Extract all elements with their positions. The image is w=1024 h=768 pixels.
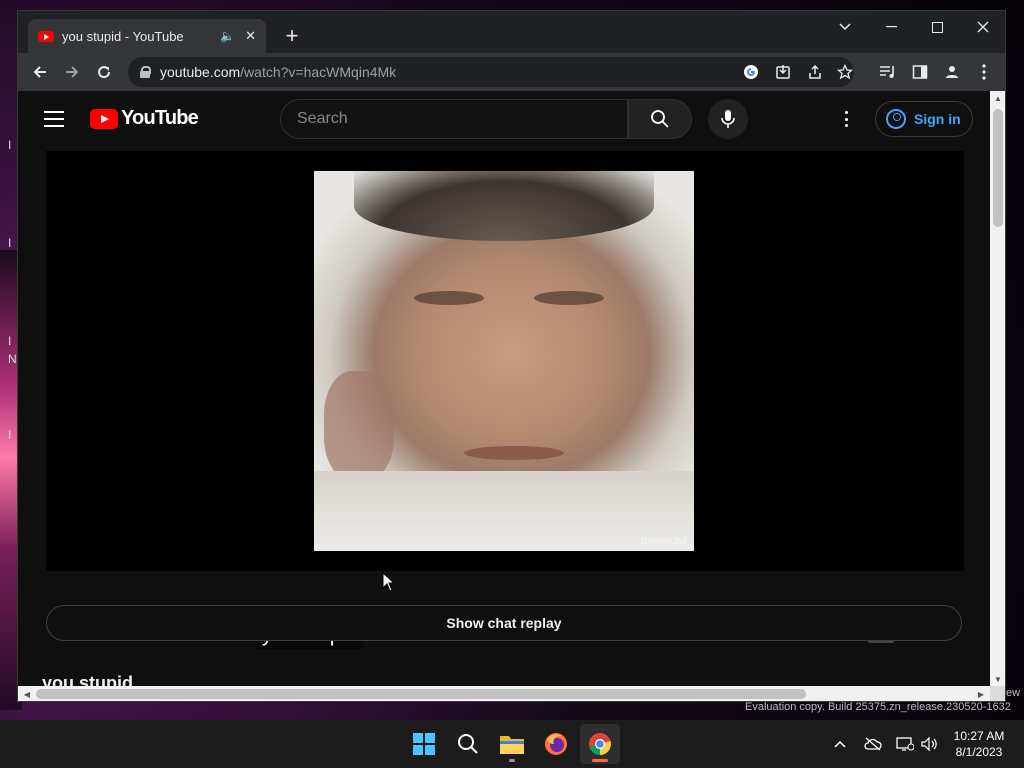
install-app-icon[interactable] xyxy=(772,62,794,82)
network-icon[interactable] xyxy=(896,734,914,754)
media-control-icon[interactable] xyxy=(875,59,901,85)
tab-strip: you stupid - YouTube 🔈 ✕ + xyxy=(18,11,1005,53)
scroll-left-arrow-icon[interactable]: ◀ xyxy=(20,686,34,701)
youtube-play-icon xyxy=(90,108,118,129)
file-explorer-button[interactable] xyxy=(492,724,532,764)
browser-toolbar: youtube.com/watch?v=hacWMqin4Mk xyxy=(18,53,1005,91)
youtube-logo-text: YouTube xyxy=(121,107,199,129)
desktop-icon-label: I xyxy=(8,236,12,250)
taskbar xyxy=(0,720,1024,768)
chrome-menu-icon[interactable] xyxy=(971,59,997,85)
desktop-icon-label: I xyxy=(8,138,12,152)
taskbar-search-button[interactable] xyxy=(448,724,488,764)
mouse-cursor-icon xyxy=(382,572,396,592)
account-icon xyxy=(886,109,906,129)
show-hidden-icons-chevron-icon[interactable] xyxy=(834,734,846,754)
evaluation-watermark: Evaluation copy. Build 25375.zn_release.… xyxy=(745,701,1011,713)
clock-time: 10:27 AM xyxy=(953,729,1005,743)
youtube-logo[interactable]: YouTube xyxy=(90,107,199,130)
tab-youtube[interactable]: you stupid - YouTube 🔈 ✕ xyxy=(28,19,266,53)
lock-icon[interactable] xyxy=(140,66,151,78)
onedrive-offline-icon[interactable] xyxy=(864,734,882,754)
volume-icon[interactable] xyxy=(920,734,938,754)
chrome-icon xyxy=(589,733,611,755)
desktop-icon-label: I xyxy=(8,334,12,348)
profile-icon[interactable] xyxy=(939,59,965,85)
sign-in-button[interactable]: Sign in xyxy=(875,101,973,137)
clock-date: 8/1/2023 xyxy=(955,745,1003,759)
video-watermark: Broken.bd xyxy=(640,536,686,547)
close-tab-icon[interactable]: ✕ xyxy=(245,28,256,44)
speaker-icon[interactable]: 🔈 xyxy=(220,29,235,43)
tab-search-chevron-icon[interactable] xyxy=(822,11,868,43)
start-button[interactable] xyxy=(404,724,444,764)
youtube-page: YouTube Sign in xyxy=(18,91,990,686)
show-chat-replay-button[interactable]: Show chat replay xyxy=(46,605,962,641)
search-icon xyxy=(651,110,669,128)
video-frame[interactable]: Broken.bd xyxy=(314,171,694,551)
tab-title: you stupid - YouTube xyxy=(62,28,184,44)
taskbar-clock[interactable]: 10:27 AM 8/1/2023 xyxy=(946,728,1012,760)
search-input[interactable] xyxy=(297,110,627,128)
scroll-down-arrow-icon[interactable]: ▼ xyxy=(990,672,1005,686)
video-player[interactable]: Broken.bd you stupid xyxy=(46,151,964,649)
firefox-icon xyxy=(545,733,567,755)
search-button[interactable] xyxy=(628,99,692,139)
horizontal-scrollbar[interactable]: ◀ ▶ xyxy=(18,686,990,701)
address-bar[interactable]: youtube.com/watch?v=hacWMqin4Mk xyxy=(128,57,854,87)
google-lens-icon[interactable] xyxy=(740,62,762,82)
new-tab-button[interactable]: + xyxy=(278,22,306,50)
bookmark-star-icon[interactable] xyxy=(834,62,856,82)
scroll-right-arrow-icon[interactable]: ▶ xyxy=(974,686,988,701)
sign-in-label: Sign in xyxy=(914,111,961,127)
folder-icon xyxy=(500,736,524,754)
vertical-scroll-thumb[interactable] xyxy=(993,109,1003,227)
vertical-scrollbar[interactable]: ▲ ▼ xyxy=(990,91,1005,686)
hamburger-menu-icon[interactable] xyxy=(44,111,64,127)
youtube-header: YouTube Sign in xyxy=(18,91,990,147)
search-box xyxy=(280,99,628,139)
desktop-icon-label: I xyxy=(8,428,12,442)
chrome-taskbar-button[interactable] xyxy=(580,724,620,764)
windows-logo-icon xyxy=(413,733,435,755)
video-title: you stupid xyxy=(42,673,133,686)
forward-arrow-icon[interactable] xyxy=(59,59,85,85)
share-icon[interactable] xyxy=(804,62,826,82)
voice-search-button[interactable] xyxy=(708,99,748,139)
search-icon xyxy=(458,734,478,754)
horizontal-scroll-thumb[interactable] xyxy=(36,689,806,699)
close-window-button[interactable] xyxy=(960,11,1005,43)
back-arrow-icon[interactable] xyxy=(27,59,53,85)
minimize-button[interactable] xyxy=(868,11,914,43)
firefox-button[interactable] xyxy=(536,724,576,764)
settings-kebab-icon[interactable] xyxy=(836,109,856,129)
watermark-text-fragment: ew xyxy=(1006,687,1021,699)
chrome-window: you stupid - YouTube 🔈 ✕ + youtube.com /… xyxy=(17,10,1006,702)
desktop-icon-label: N xyxy=(8,352,17,366)
side-panel-icon[interactable] xyxy=(907,59,933,85)
url-host: youtube.com xyxy=(160,64,241,80)
microphone-icon xyxy=(721,110,735,128)
url-path: /watch?v=hacWMqin4Mk xyxy=(240,64,397,80)
youtube-favicon-icon xyxy=(38,30,54,42)
maximize-button[interactable] xyxy=(914,11,960,43)
scroll-up-arrow-icon[interactable]: ▲ xyxy=(990,91,1005,105)
reload-icon[interactable] xyxy=(91,59,117,85)
